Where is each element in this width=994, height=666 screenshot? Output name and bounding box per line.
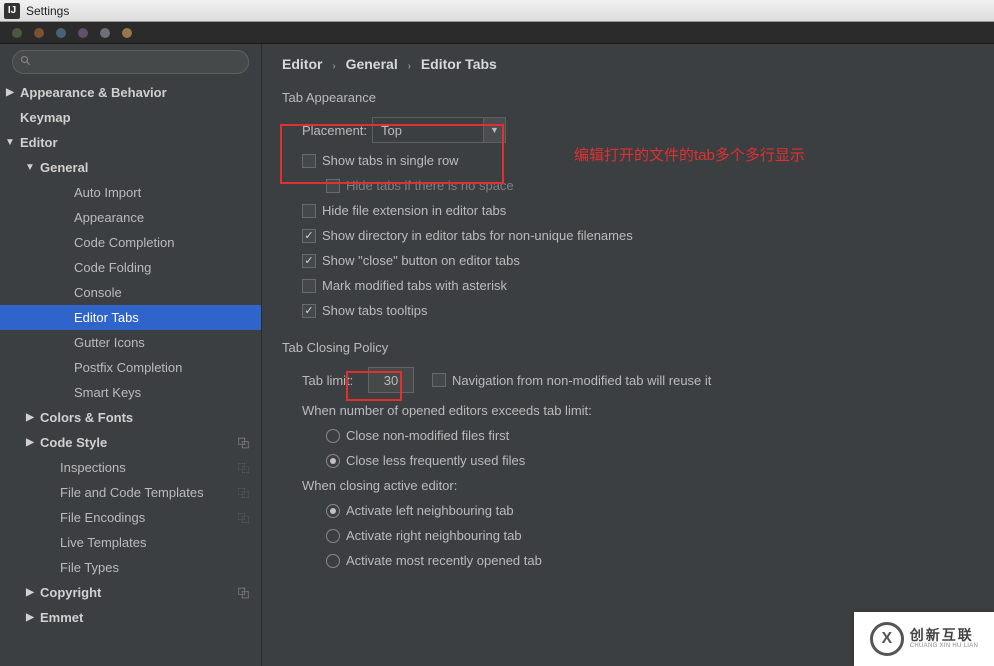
tree-general[interactable]: ▼General — [0, 155, 261, 180]
window-title: Settings — [26, 4, 69, 18]
app-icon: IJ — [4, 3, 20, 19]
tree-console[interactable]: Console — [0, 280, 261, 305]
label-close-lfu: Close less frequently used files — [346, 453, 525, 468]
expand-icon: ▶ — [20, 587, 40, 598]
breadcrumb-general[interactable]: General — [346, 56, 398, 72]
checkbox-hide-ext[interactable] — [302, 204, 316, 218]
checkbox-hide-no-space[interactable] — [326, 179, 340, 193]
placement-value: Top — [373, 118, 483, 142]
tree-file-types[interactable]: File Types — [0, 555, 261, 580]
placement-select[interactable]: Top ▼ — [372, 117, 506, 143]
tree-colors-fonts[interactable]: ▶Colors & Fonts — [0, 405, 261, 430]
project-icon: ⿻ — [238, 460, 249, 476]
tree-editor[interactable]: ▼Editor — [0, 130, 261, 155]
annotation-text: 编辑打开的文件的tab多个多行显示 — [574, 144, 805, 165]
checkbox-show-dir[interactable] — [302, 229, 316, 243]
breadcrumb-editor-tabs: Editor Tabs — [421, 56, 497, 72]
tree-gutter-icons[interactable]: Gutter Icons — [0, 330, 261, 355]
exceeds-label: When number of opened editors exceeds ta… — [302, 403, 592, 418]
sidebar: ▶Appearance & Behavior Keymap ▼Editor ▼G… — [0, 44, 262, 666]
logo-text: 创新互联 CHUANG XIN HU LIAN — [910, 628, 978, 650]
label-act-left: Activate left neighbouring tab — [346, 503, 514, 518]
chevron-right-icon: › — [332, 61, 335, 72]
dropdown-icon: ▼ — [483, 118, 505, 142]
label-mark-asterisk: Mark modified tabs with asterisk — [322, 278, 507, 293]
tree-copyright[interactable]: ▶Copyright⿻ — [0, 580, 261, 605]
tree-file-encodings[interactable]: File Encodings⿻ — [0, 505, 261, 530]
section-tab-closing: Tab Closing Policy — [282, 340, 974, 355]
tree-emmet[interactable]: ▶Emmet — [0, 605, 261, 630]
label-show-close: Show "close" button on editor tabs — [322, 253, 520, 268]
radio-close-lfu[interactable] — [326, 454, 340, 468]
tree-inspections[interactable]: Inspections⿻ — [0, 455, 261, 480]
label-hide-ext: Hide file extension in editor tabs — [322, 203, 506, 218]
tree-live-templates[interactable]: Live Templates — [0, 530, 261, 555]
radio-act-recent[interactable] — [326, 554, 340, 568]
radio-close-nonmod[interactable] — [326, 429, 340, 443]
search-icon — [20, 55, 32, 67]
checkbox-mark-asterisk[interactable] — [302, 279, 316, 293]
tab-limit-input[interactable] — [368, 367, 414, 393]
tab-limit-label: Tab limit: — [302, 373, 368, 388]
breadcrumb: Editor › General › Editor Tabs — [282, 56, 974, 72]
logo-watermark: X 创新互联 CHUANG XIN HU LIAN — [854, 612, 994, 666]
logo-icon: X — [870, 622, 904, 656]
tree-file-code-templates[interactable]: File and Code Templates⿻ — [0, 480, 261, 505]
tree-code-style[interactable]: ▶Code Style⿻ — [0, 430, 261, 455]
checkbox-tooltips[interactable] — [302, 304, 316, 318]
tree-code-folding[interactable]: Code Folding — [0, 255, 261, 280]
project-icon: ⿻ — [238, 435, 249, 451]
expand-icon: ▶ — [20, 437, 40, 448]
label-hide-no-space: Hide tabs if there is no space — [346, 178, 514, 193]
content-panel: Editor › General › Editor Tabs Tab Appea… — [262, 44, 994, 666]
breadcrumb-editor[interactable]: Editor — [282, 56, 322, 72]
tree-smart-keys[interactable]: Smart Keys — [0, 380, 261, 405]
section-tab-appearance: Tab Appearance — [282, 90, 974, 105]
scrollbar[interactable] — [984, 44, 994, 666]
checkbox-show-close[interactable] — [302, 254, 316, 268]
label-reuse: Navigation from non-modified tab will re… — [452, 373, 711, 388]
titlebar: IJ Settings — [0, 0, 994, 22]
label-tooltips: Show tabs tooltips — [322, 303, 428, 318]
tree-keymap[interactable]: Keymap — [0, 105, 261, 130]
taskbar-strip — [0, 22, 994, 44]
label-single-row: Show tabs in single row — [322, 153, 459, 168]
label-close-nonmod: Close non-modified files first — [346, 428, 509, 443]
tree-auto-import[interactable]: Auto Import — [0, 180, 261, 205]
placement-label: Placement: — [302, 123, 372, 138]
tree-postfix-completion[interactable]: Postfix Completion — [0, 355, 261, 380]
expand-icon: ▶ — [20, 612, 40, 623]
radio-act-right[interactable] — [326, 529, 340, 543]
search-input[interactable] — [12, 50, 249, 74]
chevron-right-icon: › — [408, 61, 411, 72]
project-icon: ⿻ — [238, 585, 249, 601]
label-act-right: Activate right neighbouring tab — [346, 528, 522, 543]
settings-tree: ▶Appearance & Behavior Keymap ▼Editor ▼G… — [0, 80, 261, 666]
project-icon: ⿻ — [238, 510, 249, 526]
project-icon: ⿻ — [238, 485, 249, 501]
radio-act-left[interactable] — [326, 504, 340, 518]
tree-appearance[interactable]: Appearance — [0, 205, 261, 230]
tree-code-completion[interactable]: Code Completion — [0, 230, 261, 255]
label-show-dir: Show directory in editor tabs for non-un… — [322, 228, 633, 243]
tree-appearance-behavior[interactable]: ▶Appearance & Behavior — [0, 80, 261, 105]
checkbox-single-row[interactable] — [302, 154, 316, 168]
collapse-icon: ▼ — [0, 137, 20, 148]
collapse-icon: ▼ — [20, 162, 40, 173]
when-closing-label: When closing active editor: — [302, 478, 457, 493]
label-act-recent: Activate most recently opened tab — [346, 553, 542, 568]
checkbox-reuse[interactable] — [432, 373, 446, 387]
tree-editor-tabs[interactable]: Editor Tabs — [0, 305, 261, 330]
expand-icon: ▶ — [0, 87, 20, 98]
expand-icon: ▶ — [20, 412, 40, 423]
